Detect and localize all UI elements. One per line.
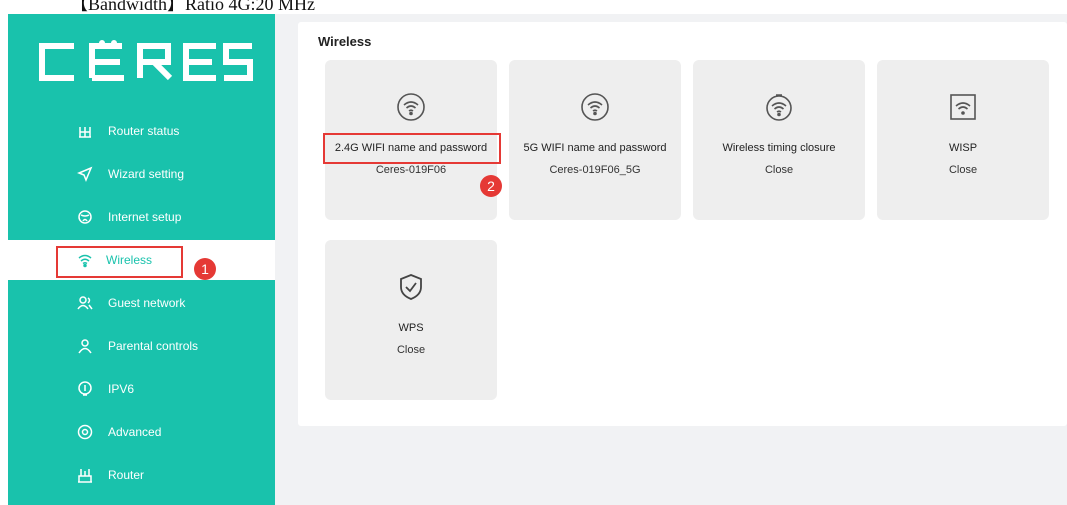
- ipv6-icon: [76, 380, 94, 398]
- card-title: Wireless timing closure: [722, 142, 836, 154]
- sidebar-item-guest-network[interactable]: Guest network: [8, 283, 275, 323]
- step-badge-1: 1: [194, 258, 216, 280]
- card-value: Close: [396, 344, 426, 356]
- card-value: Close: [948, 164, 978, 176]
- card-wps[interactable]: WPS Close: [325, 240, 497, 400]
- wifi-circle-icon: [396, 92, 426, 122]
- sidebar-item-router[interactable]: Router: [8, 455, 275, 495]
- step-badge-2: 2: [480, 175, 502, 197]
- card-wisp[interactable]: WISP Close: [877, 60, 1049, 220]
- sidebar-item-router-status[interactable]: Router status: [8, 111, 275, 151]
- card-wireless-timing[interactable]: Wireless timing closure Close: [693, 60, 865, 220]
- card-title: WISP: [948, 142, 978, 154]
- wifi-timer-icon: [764, 92, 794, 122]
- wisp-icon: [948, 92, 978, 122]
- card-title: WPS: [398, 322, 424, 334]
- guest-icon: [76, 294, 94, 312]
- sidebar-item-internet-setup[interactable]: Internet setup: [8, 197, 275, 237]
- sidebar-item-advanced[interactable]: Advanced: [8, 412, 275, 452]
- sidebar-item-ipv6[interactable]: IPV6: [8, 369, 275, 409]
- wireless-highlight-box: [56, 246, 183, 278]
- ceres-logo: [36, 40, 256, 84]
- sidebar-item-parental-controls[interactable]: Parental controls: [8, 326, 275, 366]
- wifi-circle-icon: [580, 92, 610, 122]
- card-value: Close: [764, 164, 794, 176]
- globe-icon: [76, 208, 94, 226]
- router-icon: [76, 466, 94, 484]
- wizard-icon: [76, 165, 94, 183]
- card-value: Ceres-019F06_5G: [549, 164, 641, 176]
- card-value: Ceres-019F06: [375, 164, 447, 176]
- sidebar-item-wizard-setting[interactable]: Wizard setting: [8, 154, 275, 194]
- section-title: Wireless: [318, 34, 372, 49]
- advanced-icon: [76, 423, 94, 441]
- wifi-2g-highlight-box: [323, 133, 501, 164]
- parental-icon: [76, 337, 94, 355]
- card-5g-wifi[interactable]: 5G WIFI name and password Ceres-019F06_5…: [509, 60, 681, 220]
- card-title: 5G WIFI name and password: [523, 142, 667, 154]
- shield-check-icon: [396, 272, 426, 302]
- router-status-icon: [76, 122, 94, 140]
